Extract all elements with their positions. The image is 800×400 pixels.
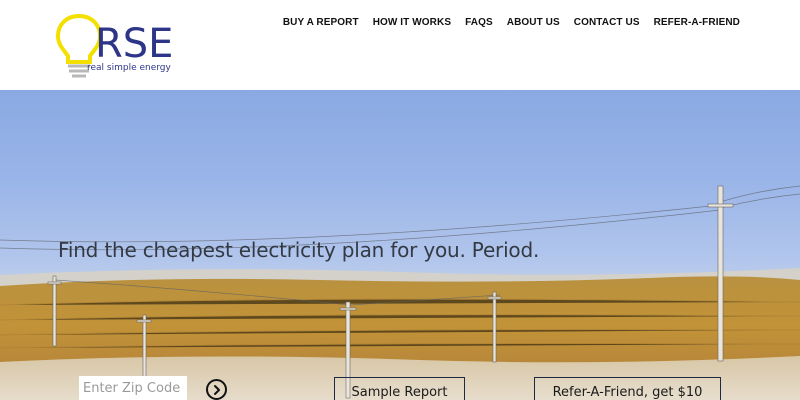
- site-header: RSE real simple energy BUY A REPORT HOW …: [0, 0, 800, 90]
- zip-submit-button[interactable]: [206, 379, 227, 400]
- refer-a-friend-button[interactable]: Refer-A-Friend, get $10: [534, 377, 721, 400]
- nav-refer-a-friend[interactable]: REFER-A-FRIEND: [654, 17, 740, 28]
- nav-faqs[interactable]: FAQS: [465, 17, 493, 28]
- site-logo[interactable]: RSE real simple energy: [55, 12, 185, 80]
- main-nav: BUY A REPORT HOW IT WORKS FAQS ABOUT US …: [269, 17, 740, 28]
- nav-how-it-works[interactable]: HOW IT WORKS: [373, 17, 451, 28]
- hero-headline: Find the cheapest electricity plan for y…: [58, 238, 540, 262]
- chevron-right-icon: [213, 384, 220, 395]
- hero-section: Find the cheapest electricity plan for y…: [0, 90, 800, 400]
- logo-tagline: real simple energy: [87, 63, 171, 73]
- nav-buy-a-report[interactable]: BUY A REPORT: [283, 17, 359, 28]
- sample-report-button[interactable]: Sample Report: [334, 377, 465, 400]
- zip-code-input[interactable]: [79, 376, 187, 400]
- nav-about-us[interactable]: ABOUT US: [507, 17, 560, 28]
- nav-contact-us[interactable]: CONTACT US: [574, 17, 640, 28]
- logo-wordmark: RSE: [95, 21, 174, 67]
